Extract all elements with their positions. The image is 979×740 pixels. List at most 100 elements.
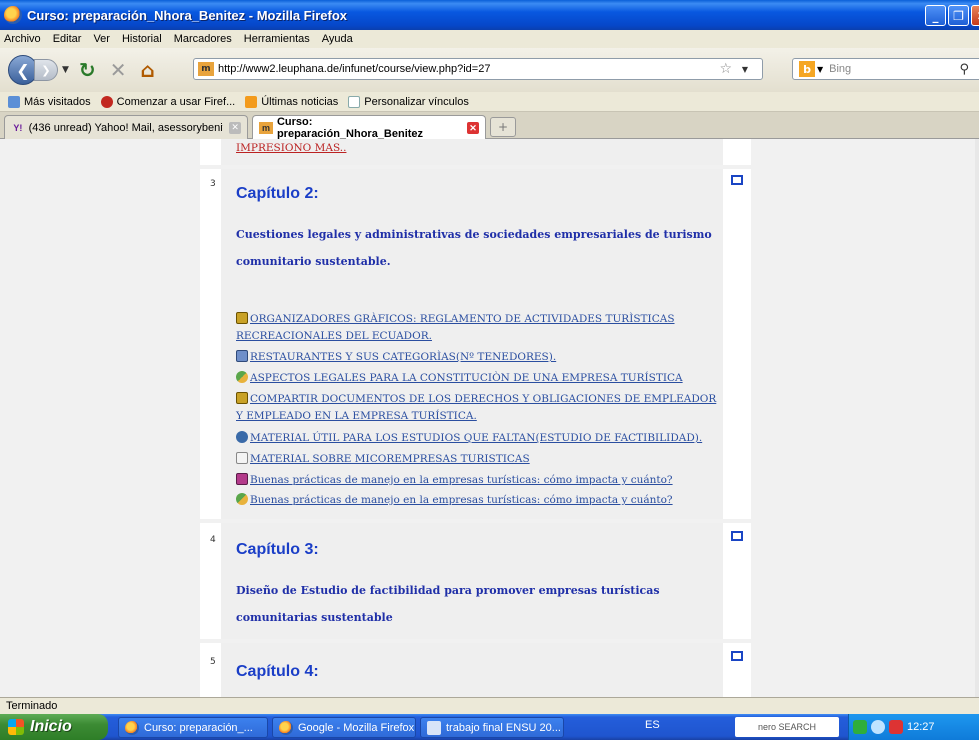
bookmark-label: Últimas noticias [261,95,339,108]
menu-ayuda[interactable]: Ayuda [322,33,353,45]
system-tray: 12:27 [848,714,979,740]
menu-ver[interactable]: Ver [93,33,110,45]
resource-link[interactable]: Buenas prácticas de manejo en la empresa… [236,493,673,508]
maximize-button[interactable]: ❐ [948,5,969,26]
minimize-button[interactable]: _ [925,5,946,26]
taskbar-button-label: trabajo final ENSU 20... [446,721,561,734]
speaker-icon[interactable] [871,720,885,734]
resource-link-cont[interactable]: RECREACIONALES DEL ECUADOR. [236,329,432,344]
page-content: IMPRESIONO MAS.. 3 Capítulo 2: Cuestione… [0,139,979,697]
network-icon[interactable] [853,720,867,734]
taskbar-button-label: Curso: preparación_... [144,721,253,734]
url-text[interactable]: http://www2.leuphana.de/infunet/course/v… [218,63,490,75]
menu-marcadores[interactable]: Marcadores [174,33,232,45]
security-icon[interactable] [889,720,903,734]
assignment-icon [236,473,248,485]
search-engine-dropdown-icon[interactable]: ▼ [817,65,823,74]
status-text: Terminado [6,700,58,712]
resource-label: Y EMPLEADO EN LA EMPRESA TURÍSTICA. [236,410,477,422]
highlight-section-icon[interactable] [731,175,743,185]
new-tab-button[interactable]: + [490,117,516,137]
resource-link[interactable]: ASPECTOS LEGALES PARA LA CONSTITUCIÒN DE… [236,371,683,386]
bookmark-comenzar[interactable]: Comenzar a usar Firef... [100,95,235,108]
firefox-icon [4,6,22,24]
resource-link[interactable]: ORGANIZADORES GRÀFICOS: REGLAMENTO DE AC… [236,312,675,327]
section-number: 3 [210,179,216,189]
tab-close-icon[interactable]: ✕ [229,121,241,134]
chapter-title: Capítulo 2: [236,185,319,202]
description-line: Diseño de Estudio de factibilidad para p… [236,584,660,597]
highlight-section-icon[interactable] [731,531,743,541]
bookmark-ultimas-noticias[interactable]: Últimas noticias [245,95,339,108]
tab-yahoo-mail[interactable]: Y! (436 unread) Yahoo! Mail, asessoryben… [4,115,248,139]
taskbar-button-trabajo[interactable]: trabajo final ENSU 20... [420,717,564,738]
home-icon[interactable]: ⌂ [140,58,154,82]
nero-search-box[interactable]: nero SEARCH [735,717,839,737]
section-description: Diseño de Estudio de factibilidad para p… [236,577,726,631]
search-placeholder[interactable]: Bing [829,63,851,75]
url-dropdown-icon[interactable]: ▼ [742,65,748,74]
tab-label: (436 unread) Yahoo! Mail, asessorybenito… [28,121,224,134]
taskbar-button-curso[interactable]: Curso: preparación_... [118,717,268,738]
moodle-icon: m [259,122,273,134]
bookmarks-toolbar: Más visitados Comenzar a usar Firef... Ú… [0,92,979,112]
resource-link[interactable]: RESTAURANTES Y SUS CATEGORÌAS(Nº TENEDOR… [236,350,556,365]
web-page-icon [236,350,248,362]
forward-button[interactable]: ❯ [34,59,58,81]
resource-link-cont[interactable]: Y EMPLEADO EN LA EMPRESA TURÍSTICA. [236,409,477,424]
start-button[interactable]: Inicio [0,714,108,740]
url-bar[interactable]: m http://www2.leuphana.de/infunet/course… [193,58,763,80]
tab-curso[interactable]: m Curso: preparación_Nhora_Benitez ✕ [252,115,486,140]
reload-icon[interactable]: ↻ [79,58,96,82]
window-titlebar: Curso: preparación_Nhora_Benitez - Mozil… [0,0,979,30]
vertical-scrollbar[interactable] [975,139,979,697]
resource-label: ASPECTOS LEGALES PARA LA CONSTITUCIÒN DE… [250,372,683,384]
section-number-column [200,139,221,165]
section-description: Cuestiones legales y administrativas de … [236,221,726,275]
tab-close-icon[interactable]: ✕ [467,122,479,134]
resource-link[interactable]: COMPARTIR DOCUMENTOS DE LOS DERECHOS Y O… [236,392,716,407]
status-bar: Terminado [0,697,979,714]
resource-link-impresiono[interactable]: IMPRESIONO MAS.. [236,142,346,154]
resource-label: Buenas prácticas de manejo en la empresa… [250,494,673,506]
search-bar[interactable]: b ▼ Bing ⚲ [792,58,979,80]
bookmark-mas-visitados[interactable]: Más visitados [8,95,91,108]
language-indicator[interactable]: ES [645,719,660,731]
document-icon [236,392,248,404]
menu-bar: Archivo Editar Ver Historial Marcadores … [0,30,979,48]
menu-editar[interactable]: Editar [53,33,82,45]
menu-herramientas[interactable]: Herramientas [244,33,310,45]
tab-label: Curso: preparación_Nhora_Benitez [276,116,424,140]
page-icon [348,95,361,108]
description-line: comunitario sustentable. [236,255,391,268]
section-number-column [200,643,221,697]
resource-label: MATERIAL SOBRE MICOREMPRESAS TURISTICAS [250,453,530,465]
word-document-icon [427,720,441,735]
bookmark-label: Personalizar vínculos [364,95,469,108]
highlight-section-icon[interactable] [731,651,743,661]
taskbar: Inicio Curso: preparación_... Google - M… [0,714,979,740]
resource-link[interactable]: MATERIAL ÚTIL PARA LOS ESTUDIOS QUE FALT… [236,431,702,446]
yahoo-icon: Y! [13,122,23,133]
resource-label: ORGANIZADORES GRÀFICOS: REGLAMENTO DE AC… [250,313,675,325]
taskbar-button-label: Google - Mozilla Firefox [298,721,415,734]
resource-label: MATERIAL ÚTIL PARA LOS ESTUDIOS QUE FALT… [250,432,703,444]
forum-icon [236,371,248,383]
history-dropdown-icon[interactable]: ▼ [62,65,69,75]
menu-archivo[interactable]: Archivo [4,33,41,45]
menu-historial[interactable]: Historial [122,33,162,45]
section-right-column [723,139,751,165]
stop-icon[interactable]: ✕ [110,58,127,82]
resource-label: RECREACIONALES DEL ECUADOR. [236,330,432,342]
book-icon [236,452,248,464]
taskbar-button-google[interactable]: Google - Mozilla Firefox [272,717,416,738]
firefox-icon [279,720,293,735]
resource-link[interactable]: Buenas prácticas de manejo en la empresa… [236,473,673,488]
bookmark-personalizar[interactable]: Personalizar vínculos [348,95,469,108]
resource-link[interactable]: MATERIAL SOBRE MICOREMPRESAS TURISTICAS [236,452,530,467]
bookmark-star-icon[interactable]: ☆ [719,61,732,77]
close-button[interactable]: ✕ [971,5,979,26]
resource-label: Buenas prácticas de manejo en la empresa… [250,474,673,486]
search-icon[interactable]: ⚲ [959,62,969,77]
bing-icon[interactable]: b [799,61,815,77]
